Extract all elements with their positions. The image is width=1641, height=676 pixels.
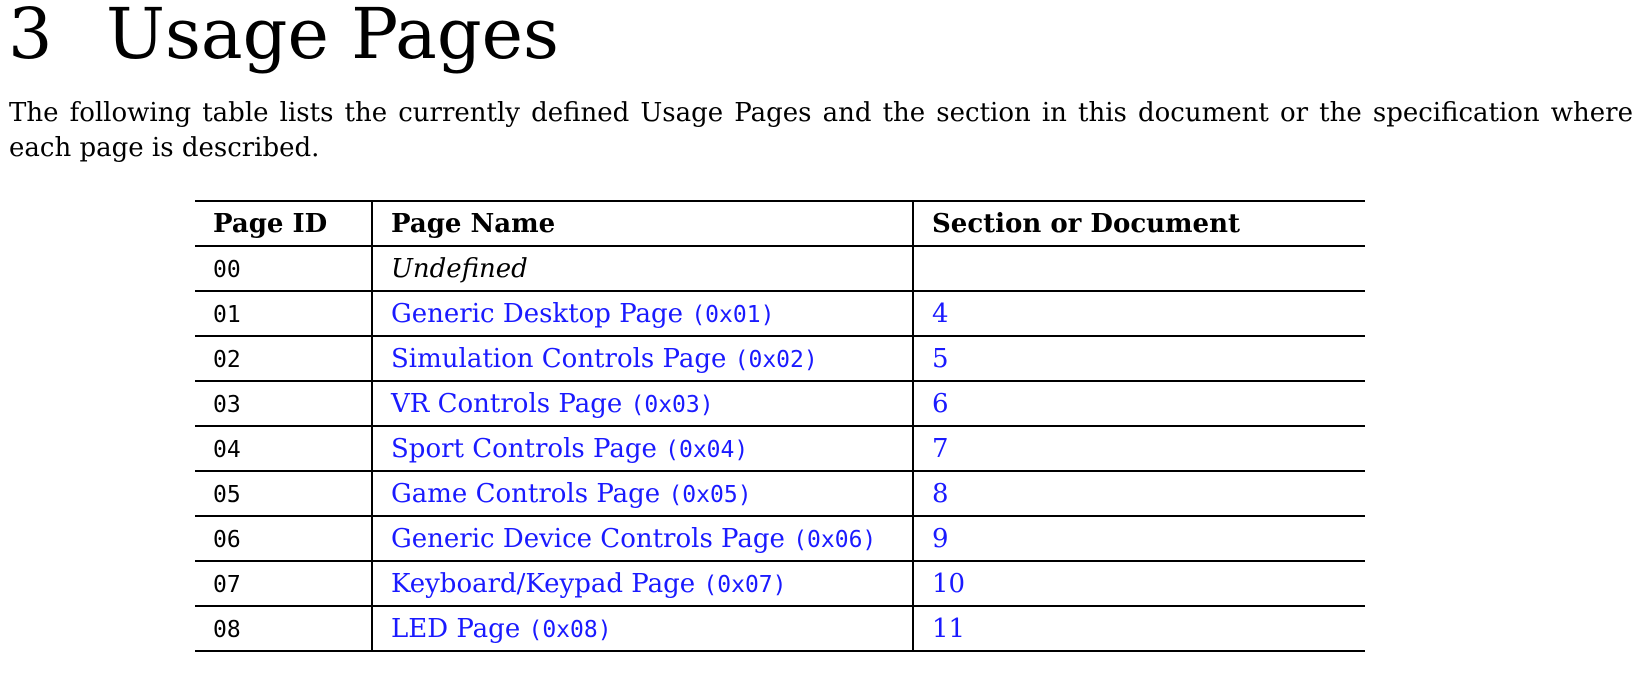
page-id-cell: 06 bbox=[195, 515, 372, 562]
table-row: 00 Undefined bbox=[195, 245, 1365, 292]
page-code: (0x05) bbox=[668, 481, 752, 508]
page-id: 00 bbox=[213, 256, 241, 283]
page-id-cell: 04 bbox=[195, 425, 372, 472]
header-page-name: Page Name bbox=[371, 200, 913, 247]
page-id: 02 bbox=[213, 346, 241, 373]
section-ref-link[interactable]: 5 bbox=[932, 344, 949, 374]
page-name-text: LED Page bbox=[391, 613, 521, 644]
header-section-or-document: Section or Document bbox=[912, 200, 1365, 247]
page-id: 08 bbox=[213, 616, 241, 643]
page-id-cell: 08 bbox=[195, 605, 372, 652]
page-id: 06 bbox=[213, 526, 241, 553]
page-id-cell: 01 bbox=[195, 290, 372, 337]
page-name-text: Generic Desktop Page bbox=[391, 298, 684, 329]
page-id: 01 bbox=[213, 301, 241, 328]
section-ref-link[interactable]: 11 bbox=[932, 614, 965, 644]
page-name-text: Simulation Controls Page bbox=[391, 343, 727, 374]
page-code: (0x06) bbox=[793, 526, 877, 553]
page-name-cell: LED Page (0x08) bbox=[371, 605, 913, 652]
page-name-link[interactable]: Generic Desktop Page (0x01) bbox=[391, 299, 774, 329]
page-code: (0x01) bbox=[691, 301, 775, 328]
page-name-link[interactable]: LED Page (0x08) bbox=[391, 614, 612, 644]
page-name-text: Keyboard/Keypad Page bbox=[391, 568, 696, 599]
page-name-text: Game Controls Page bbox=[391, 478, 661, 509]
page-name-link[interactable]: Simulation Controls Page (0x02) bbox=[391, 344, 818, 374]
page-code: (0x07) bbox=[703, 571, 787, 598]
section-ref-cell: 11 bbox=[912, 605, 1365, 652]
section-ref-cell: 9 bbox=[912, 515, 1365, 562]
page-name-cell: Sport Controls Page (0x04) bbox=[371, 425, 913, 472]
page-name-cell: Keyboard/Keypad Page (0x07) bbox=[371, 560, 913, 607]
page-name-text: Generic Device Controls Page bbox=[391, 523, 785, 554]
section-ref-cell bbox=[912, 245, 1365, 292]
page-code: (0x08) bbox=[528, 616, 612, 643]
section-ref-link[interactable]: 10 bbox=[932, 569, 965, 599]
page-name-cell: Generic Device Controls Page (0x06) bbox=[371, 515, 913, 562]
page-id-cell: 03 bbox=[195, 380, 372, 427]
table-row: 03 VR Controls Page (0x03) 6 bbox=[195, 380, 1365, 427]
section-ref-cell: 6 bbox=[912, 380, 1365, 427]
intro-paragraph: The following table lists the currently … bbox=[9, 98, 1633, 163]
usage-pages-table-container: Page ID Page Name Section or Document 00… bbox=[195, 200, 1365, 652]
section-ref-cell: 7 bbox=[912, 425, 1365, 472]
page-id: 07 bbox=[213, 571, 241, 598]
page-code: (0x03) bbox=[630, 391, 714, 418]
table-row: 07 Keyboard/Keypad Page (0x07) 10 bbox=[195, 560, 1365, 607]
section-ref-link[interactable]: 4 bbox=[932, 299, 949, 329]
section-heading: 3 Usage Pages bbox=[8, 0, 559, 82]
page-name-text: VR Controls Page bbox=[391, 388, 623, 419]
page-name-link[interactable]: VR Controls Page (0x03) bbox=[391, 389, 714, 419]
table-row: 08 LED Page (0x08) 11 bbox=[195, 605, 1365, 652]
usage-pages-table: Page ID Page Name Section or Document 00… bbox=[195, 200, 1365, 652]
page-id: 05 bbox=[213, 481, 241, 508]
page-id-cell: 07 bbox=[195, 560, 372, 607]
table-row: 04 Sport Controls Page (0x04) 7 bbox=[195, 425, 1365, 472]
section-ref-cell: 4 bbox=[912, 290, 1365, 337]
table-header-row: Page ID Page Name Section or Document bbox=[195, 200, 1365, 247]
page-code: (0x04) bbox=[665, 436, 749, 463]
page-name-cell: Generic Desktop Page (0x01) bbox=[371, 290, 913, 337]
table-row: 06 Generic Device Controls Page (0x06) 9 bbox=[195, 515, 1365, 562]
page-id-cell: 00 bbox=[195, 245, 372, 292]
page-id-cell: 05 bbox=[195, 470, 372, 517]
page-name-text: Sport Controls Page bbox=[391, 433, 657, 464]
section-number: 3 bbox=[8, 0, 53, 75]
section-title: Usage Pages bbox=[106, 0, 559, 75]
page-id: 04 bbox=[213, 436, 241, 463]
page-name-link[interactable]: Generic Device Controls Page (0x06) bbox=[391, 524, 876, 554]
header-page-id: Page ID bbox=[195, 200, 372, 247]
page-id: 03 bbox=[213, 391, 241, 418]
page-name-cell: Undefined bbox=[371, 245, 913, 292]
table-row: 02 Simulation Controls Page (0x02) 5 bbox=[195, 335, 1365, 382]
page-name-link[interactable]: Keyboard/Keypad Page (0x07) bbox=[391, 569, 787, 599]
page-name-cell: Simulation Controls Page (0x02) bbox=[371, 335, 913, 382]
page-name-undefined: Undefined bbox=[391, 253, 528, 284]
page-name-cell: Game Controls Page (0x05) bbox=[371, 470, 913, 517]
table-row: 01 Generic Desktop Page (0x01) 4 bbox=[195, 290, 1365, 337]
section-ref-link[interactable]: 8 bbox=[932, 479, 949, 509]
section-ref-link[interactable]: 9 bbox=[932, 524, 949, 554]
page-name-link[interactable]: Game Controls Page (0x05) bbox=[391, 479, 752, 509]
section-ref-link[interactable]: 7 bbox=[932, 434, 949, 464]
page-name-link[interactable]: Sport Controls Page (0x04) bbox=[391, 434, 748, 464]
page-id-cell: 02 bbox=[195, 335, 372, 382]
section-ref-cell: 10 bbox=[912, 560, 1365, 607]
page-name-cell: VR Controls Page (0x03) bbox=[371, 380, 913, 427]
section-ref-cell: 5 bbox=[912, 335, 1365, 382]
section-ref-cell: 8 bbox=[912, 470, 1365, 517]
page-code: (0x02) bbox=[734, 346, 818, 373]
section-ref-link[interactable]: 6 bbox=[932, 389, 949, 419]
table-row: 05 Game Controls Page (0x05) 8 bbox=[195, 470, 1365, 517]
document-page: 3 Usage Pages The following table lists t… bbox=[0, 0, 1641, 676]
